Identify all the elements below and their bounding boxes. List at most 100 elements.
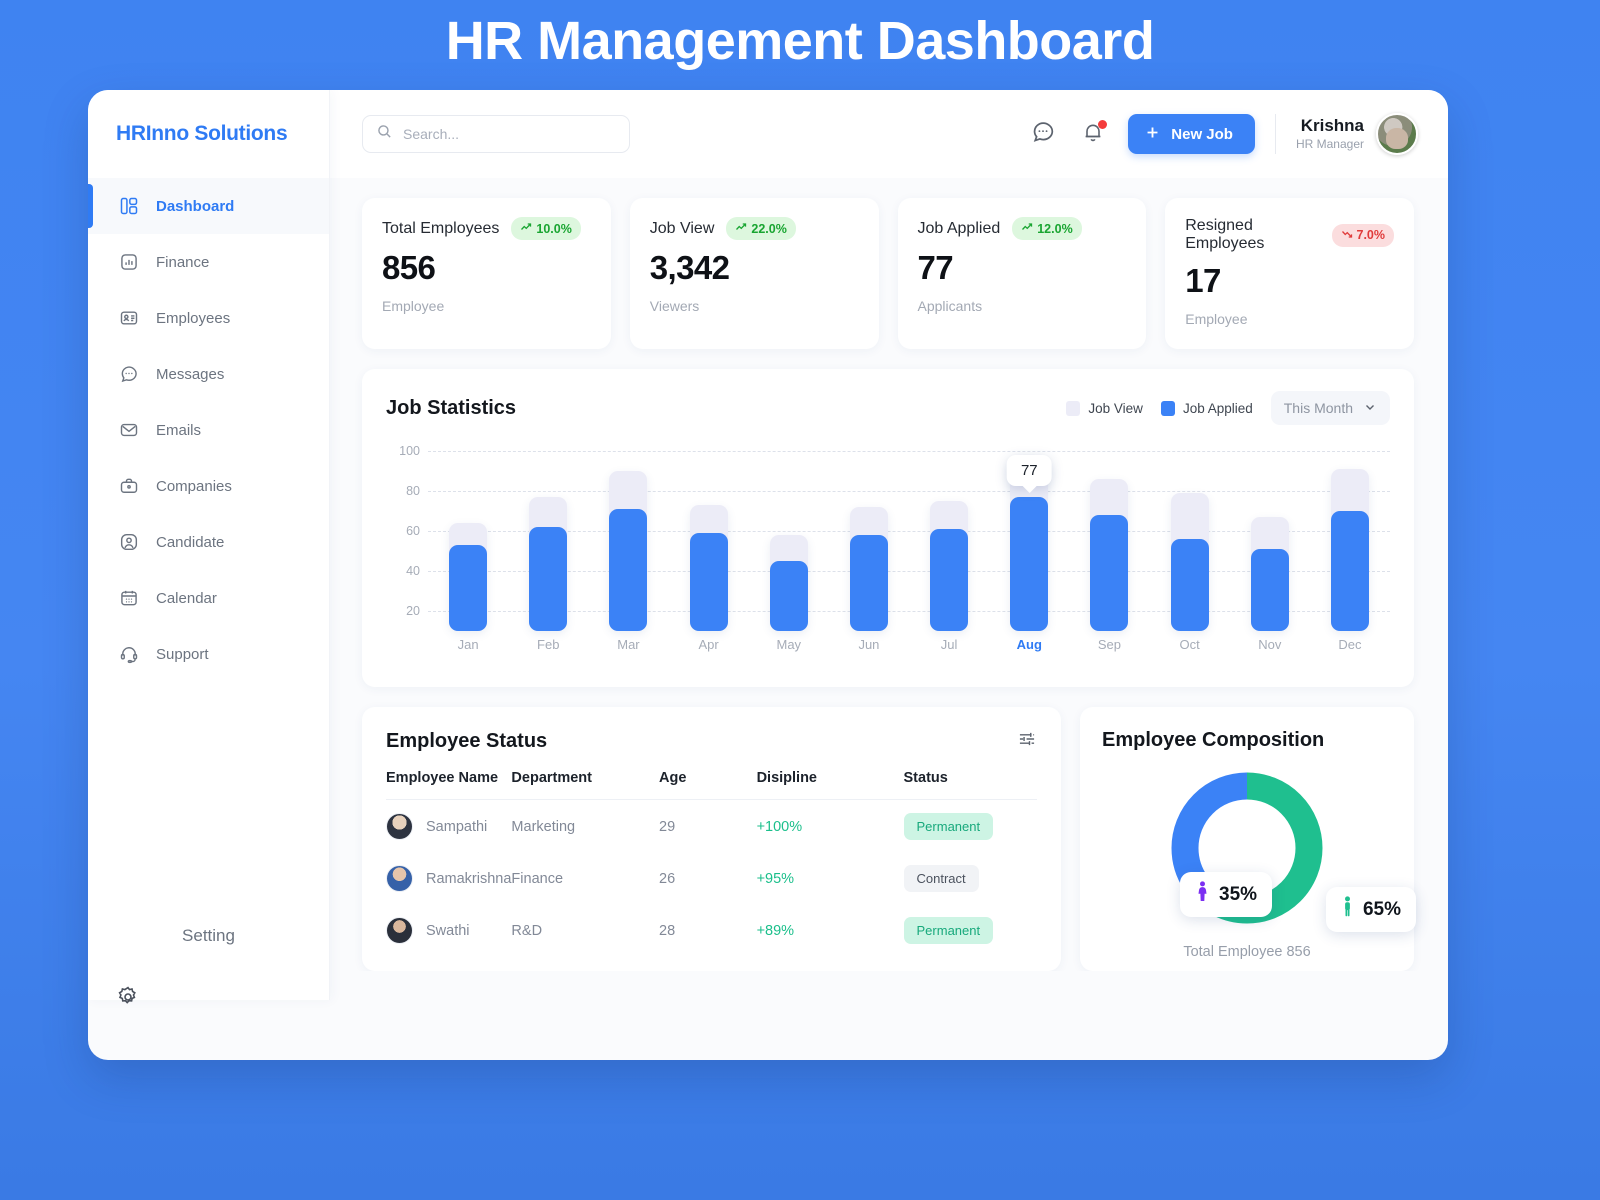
bar-job-view[interactable]: [689, 505, 728, 631]
bar-column[interactable]: [1230, 441, 1310, 631]
sliders-filter-icon[interactable]: [1017, 729, 1037, 754]
bar-job-applied[interactable]: [529, 527, 568, 631]
x-axis-label[interactable]: Feb: [508, 637, 588, 652]
new-job-button[interactable]: New Job: [1128, 114, 1255, 154]
bar-job-applied[interactable]: [1330, 511, 1369, 631]
sidebar-item-candidate[interactable]: Candidate: [88, 514, 329, 570]
x-axis-label[interactable]: Mar: [588, 637, 668, 652]
bar-job-applied[interactable]: [689, 533, 728, 631]
kpi-value: 17: [1185, 262, 1221, 299]
bar-job-applied[interactable]: [449, 545, 488, 631]
sidebar-item-dashboard[interactable]: Dashboard: [88, 178, 329, 234]
status-badge: 10.0%: [511, 217, 581, 240]
bar-job-view[interactable]: [449, 523, 488, 631]
sidebar-item-finance[interactable]: Finance: [88, 234, 329, 290]
bar-column[interactable]: 77: [989, 441, 1069, 631]
bar-job-applied[interactable]: [930, 529, 969, 631]
bar-tooltip: 77: [1006, 455, 1052, 486]
search-input[interactable]: [362, 115, 630, 153]
bar-job-view[interactable]: [849, 507, 888, 631]
employee-name-text: Swathi: [426, 922, 470, 939]
bar-job-view[interactable]: [1330, 469, 1369, 631]
kpi-value: 77: [917, 249, 954, 286]
bar-column[interactable]: [1310, 441, 1390, 631]
bar-job-view[interactable]: [529, 497, 568, 631]
table-row[interactable]: Ramakrishna Finance 26 +95% Contract: [386, 852, 1037, 904]
kpi-subtitle: Employee: [382, 298, 445, 314]
period-select-value: This Month: [1283, 400, 1353, 416]
sidebar-item-companies[interactable]: Companies: [88, 458, 329, 514]
bar-column[interactable]: [1069, 441, 1149, 631]
bar-job-view[interactable]: [769, 535, 808, 631]
period-select[interactable]: This Month: [1270, 391, 1390, 425]
notifications-button[interactable]: [1078, 119, 1108, 149]
bar-job-view[interactable]: [930, 501, 969, 631]
kpi-title: Job Applied: [917, 219, 1001, 237]
composition-badge-male: 65%: [1325, 887, 1416, 932]
sidebar-item-calendar[interactable]: Calendar: [88, 570, 329, 626]
bar-job-applied[interactable]: [849, 535, 888, 631]
bar-job-applied[interactable]: [1010, 497, 1049, 631]
bar-column[interactable]: [428, 441, 508, 631]
employee-status-table: Employee Name Department Age Disipline S…: [386, 770, 1037, 956]
bar-column[interactable]: [749, 441, 829, 631]
col-header-age: Age: [659, 770, 757, 800]
x-axis-label[interactable]: Aug: [989, 637, 1069, 652]
male-percentage: 65%: [1362, 898, 1401, 920]
x-axis-label[interactable]: Nov: [1230, 637, 1310, 652]
bar-column[interactable]: [508, 441, 588, 631]
bar-column[interactable]: [829, 441, 909, 631]
legend-item-job-view[interactable]: Job View: [1066, 400, 1143, 416]
kpi-value: 856: [382, 249, 436, 286]
table-row[interactable]: Sampathi Marketing 29 +100% Permanent: [386, 800, 1037, 853]
female-percentage: 35%: [1219, 883, 1258, 905]
x-axis-label[interactable]: Dec: [1310, 637, 1390, 652]
bar-job-applied[interactable]: [1250, 549, 1289, 631]
bottom-row: Employee Status Employee Name Department…: [362, 707, 1416, 971]
x-axis-label[interactable]: May: [749, 637, 829, 652]
avatar[interactable]: [1376, 113, 1418, 155]
table-row[interactable]: Swathi R&D 28 +89% Permanent: [386, 904, 1037, 956]
gear-icon[interactable]: [116, 985, 140, 1014]
legend-item-job-applied[interactable]: Job Applied: [1160, 400, 1253, 416]
topbar: New Job Krishna HR Manager: [330, 90, 1448, 178]
bar-job-view[interactable]: [1250, 517, 1289, 631]
bar-column[interactable]: [1150, 441, 1230, 631]
bar-column[interactable]: [909, 441, 989, 631]
bar-job-view[interactable]: [609, 471, 648, 631]
legend-swatch: [1160, 400, 1175, 416]
user-profile[interactable]: Krishna HR Manager: [1296, 113, 1418, 155]
y-axis: 20 40 60 80 100: [386, 441, 426, 631]
id-card-icon: [118, 307, 140, 329]
bar-column[interactable]: [588, 441, 668, 631]
x-axis-label[interactable]: Apr: [669, 637, 749, 652]
table-body: Sampathi Marketing 29 +100% Permanent Ra…: [386, 800, 1037, 957]
bar-column[interactable]: [669, 441, 749, 631]
x-axis-label[interactable]: Jul: [909, 637, 989, 652]
bar-job-view[interactable]: [1090, 479, 1129, 631]
bar-job-view[interactable]: [1170, 493, 1209, 631]
sidebar-item-emails[interactable]: Emails: [88, 402, 329, 458]
bar-job-applied[interactable]: [609, 509, 648, 631]
kpi-head: Job View 22.0%: [650, 217, 859, 240]
search-field[interactable]: [403, 126, 616, 142]
x-axis-label[interactable]: Oct: [1150, 637, 1230, 652]
y-axis-tick: 100: [399, 444, 420, 458]
sidebar-item-support[interactable]: Support: [88, 626, 329, 682]
x-axis-label[interactable]: Jun: [829, 637, 909, 652]
bar-job-applied[interactable]: [1090, 515, 1129, 631]
cell-employee-name: Sampathi: [386, 800, 511, 853]
x-axis-label[interactable]: Jan: [428, 637, 508, 652]
cell-department: R&D: [511, 922, 543, 939]
x-axis-label[interactable]: Sep: [1069, 637, 1149, 652]
main-area: New Job Krishna HR Manager Total E: [330, 90, 1448, 1060]
messages-button[interactable]: [1028, 119, 1058, 149]
sidebar-item-employees[interactable]: Employees: [88, 290, 329, 346]
bar-job-applied[interactable]: [1170, 539, 1209, 631]
setting-label[interactable]: Setting: [88, 926, 329, 946]
chart-title: Job Statistics: [386, 396, 517, 419]
sidebar-item-messages[interactable]: Messages: [88, 346, 329, 402]
bar-job-view[interactable]: 77: [1006, 455, 1052, 631]
y-axis-tick: 40: [406, 564, 420, 578]
bar-job-applied[interactable]: [769, 561, 808, 631]
